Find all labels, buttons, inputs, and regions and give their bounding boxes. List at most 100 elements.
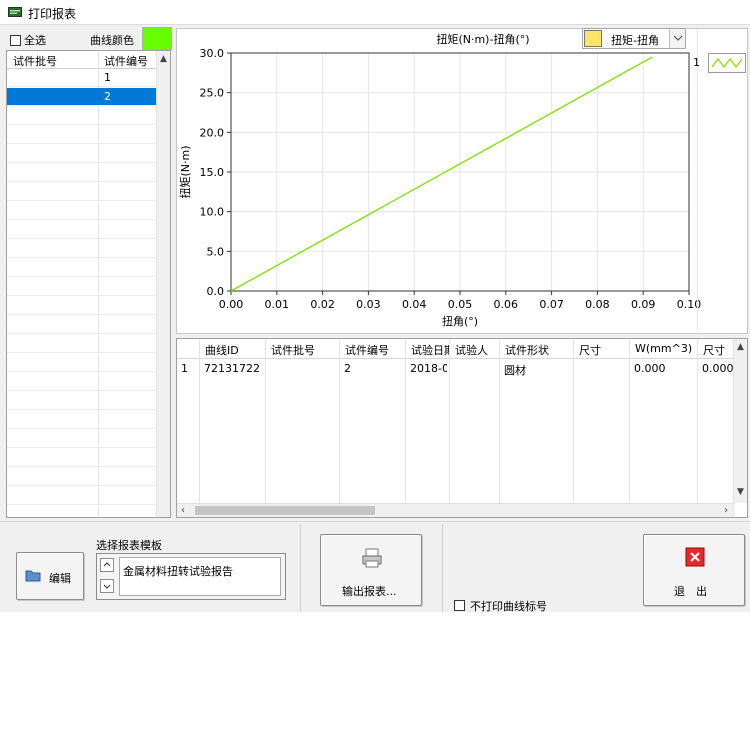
y-tick-label: 25.0	[200, 87, 225, 100]
x-tick-label: 0.03	[356, 298, 381, 311]
column-header[interactable]: 试验人	[455, 342, 499, 358]
x-axis-label: 扭角(°)	[442, 314, 478, 328]
export-report-button[interactable]: 输出报表...	[320, 534, 422, 606]
scroll-left-icon[interactable]: ‹	[181, 505, 185, 516]
x-tick-label: 0.00	[219, 298, 244, 311]
exit-button[interactable]: 退 出	[643, 534, 745, 606]
y-tick-label: 0.0	[207, 285, 225, 298]
column-header-number[interactable]: 试件编号	[104, 53, 148, 69]
y-tick-label: 30.0	[200, 47, 225, 60]
template-label: 选择报表模板	[96, 539, 162, 552]
column-header[interactable]: 试件形状	[505, 342, 573, 358]
edit-button-label: 编辑	[49, 572, 71, 585]
legend-swatch	[708, 53, 746, 73]
empty-row	[7, 164, 157, 182]
x-tick-label: 0.07	[539, 298, 564, 311]
empty-row	[7, 392, 157, 410]
curve-type-icon	[584, 30, 602, 47]
y-tick-label: 10.0	[200, 206, 225, 219]
title-bar: 打印报表	[0, 0, 750, 25]
y-tick-label: 20.0	[200, 126, 225, 139]
curve-color-label: 曲线颜色	[90, 34, 134, 47]
column-header[interactable]: 曲线ID	[205, 342, 265, 358]
row-number: 1	[104, 71, 111, 84]
app-icon	[8, 7, 22, 17]
table-cell: 2	[344, 362, 351, 375]
table-cell: 0.000	[702, 362, 734, 375]
empty-row	[7, 487, 157, 505]
curve-type-selector[interactable]: 扭矩-扭角	[582, 28, 686, 49]
printer-icon	[362, 548, 382, 568]
empty-row	[7, 202, 157, 220]
empty-row	[7, 506, 157, 517]
empty-row	[7, 278, 157, 296]
table-row-selected[interactable]: 2	[7, 88, 157, 106]
vertical-scrollbar[interactable]: ▲	[156, 51, 170, 517]
template-list-box: 金属材料扭转试验报告	[96, 553, 286, 600]
scroll-up-icon[interactable]: ▲	[737, 342, 744, 352]
empty-row	[7, 316, 157, 334]
chart-divider	[697, 29, 698, 335]
chevron-down-icon[interactable]	[669, 29, 685, 48]
divider	[442, 524, 443, 612]
column-header[interactable]: 试验日期	[411, 342, 449, 358]
template-list-item[interactable]: 金属材料扭转试验报告	[123, 563, 233, 579]
close-icon	[685, 547, 705, 567]
column-header[interactable]: 尺寸	[579, 342, 629, 358]
y-tick-label: 5.0	[207, 245, 225, 258]
empty-row	[7, 240, 157, 258]
empty-row	[7, 126, 157, 144]
row-number: 2	[104, 90, 111, 103]
template-up-button[interactable]	[100, 558, 114, 572]
empty-row	[7, 373, 157, 391]
vertical-scrollbar[interactable]: ▲ ▼	[733, 339, 747, 503]
x-tick-label: 0.04	[402, 298, 427, 311]
legend-line-icon	[711, 58, 743, 68]
x-tick-label: 0.08	[585, 298, 610, 311]
table-cell: 2018-0	[410, 362, 447, 375]
empty-row	[7, 259, 157, 277]
print-report-window: 打印报表 全选 曲线颜色 试件批号 试件编号 1 2 ▲ 0.00 0.01 0.0…	[0, 0, 750, 613]
data-table-header: 曲线ID试件批号试件编号试验日期试验人试件形状尺寸W(mm^3)尺寸	[177, 339, 737, 359]
x-tick-label: 0.02	[310, 298, 335, 311]
empty-row	[7, 354, 157, 372]
edit-button[interactable]: 编辑	[16, 552, 84, 600]
specimen-table-header: 试件批号 试件编号	[7, 51, 157, 69]
select-all-checkbox[interactable]	[10, 35, 21, 46]
empty-row	[7, 468, 157, 486]
x-tick-label: 0.09	[631, 298, 656, 311]
empty-row	[7, 107, 157, 125]
scroll-up-icon[interactable]: ▲	[160, 54, 167, 64]
column-header-batch[interactable]: 试件批号	[13, 53, 57, 69]
table-row[interactable]: 1 72131722 2 2018-0 圆材 0.000 0.000	[177, 360, 735, 378]
y-tick-label: 15.0	[200, 166, 225, 179]
no-print-curve-label-checkbox[interactable]	[454, 600, 465, 611]
table-cell: 0.000	[634, 362, 666, 375]
table-row[interactable]: 1	[7, 69, 157, 87]
x-tick-label: 0.06	[494, 298, 519, 311]
empty-row	[7, 221, 157, 239]
curve-data-table: 曲线ID试件批号试件编号试验日期试验人试件形状尺寸W(mm^3)尺寸 17213…	[176, 338, 748, 518]
row-index: 1	[181, 362, 188, 375]
empty-row	[7, 145, 157, 163]
column-header[interactable]: 试件编号	[345, 342, 405, 358]
horizontal-scrollbar[interactable]: ‹ ›	[177, 503, 735, 517]
chart-panel: 0.00 0.01 0.02 0.03 0.04 0.05 0.06 0.07 0.08 0.09…	[176, 28, 748, 335]
column-header[interactable]: W(mm^3)	[635, 342, 697, 355]
template-list[interactable]: 金属材料扭转试验报告	[119, 557, 281, 596]
torque-angle-chart: 0.00 0.01 0.02 0.03 0.04 0.05 0.06 0.07 0.08 0.09…	[178, 29, 701, 335]
empty-row	[7, 411, 157, 429]
divider	[300, 524, 301, 612]
empty-row	[7, 335, 157, 353]
empty-row	[7, 183, 157, 201]
template-down-button[interactable]	[100, 579, 114, 593]
curve-color-swatch[interactable]	[142, 27, 172, 50]
scroll-right-icon[interactable]: ›	[724, 505, 728, 516]
curve-type-value: 扭矩-扭角	[611, 34, 659, 47]
window-title: 打印报表	[28, 7, 77, 21]
column-header[interactable]: 尺寸	[703, 342, 737, 358]
scroll-down-icon[interactable]: ▼	[737, 487, 744, 497]
no-print-curve-label-text: 不打印曲线标号	[470, 600, 547, 613]
horizontal-scroll-thumb[interactable]	[195, 506, 375, 515]
column-header[interactable]: 试件批号	[271, 342, 339, 358]
